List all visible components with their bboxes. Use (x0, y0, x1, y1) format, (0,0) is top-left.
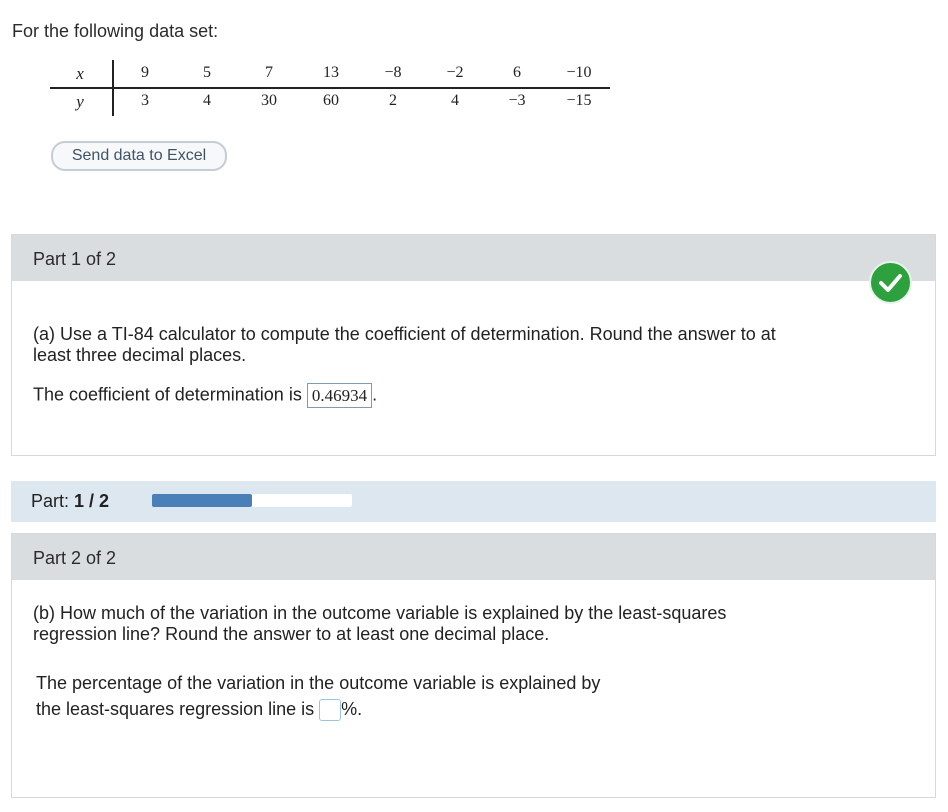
part-1-answer-row: The coefficient of determination is 0.46… (33, 383, 377, 408)
part-2-question-line: (b) How much of the variation in the out… (33, 603, 727, 623)
part-2-panel: Part 2 of 2 (b) How much of the variatio… (11, 533, 936, 798)
part-2-answer-suffix: %. (341, 699, 363, 719)
x-label: x (76, 64, 84, 83)
progress-label-value: 1 / 2 (74, 491, 110, 511)
y-value: 3 (141, 92, 149, 109)
part-1-question: (a) Use a TI-84 calculator to compute th… (33, 324, 776, 366)
percentage-answer-input[interactable] (319, 699, 342, 722)
send-to-excel-button[interactable]: Send data to Excel (51, 141, 227, 171)
part-2-answer-row: The percentage of the variation in the o… (36, 670, 600, 722)
progress-label: Part: 1 / 2 (31, 491, 109, 512)
part-2-question-line: regression line? Round the answer to at … (33, 624, 550, 644)
part-2-answer-line: The percentage of the variation in the o… (36, 673, 601, 693)
part-1-panel: Part 1 of 2 (a) Use a TI-84 calculator t… (11, 234, 936, 456)
part-1-header: Part 1 of 2 (12, 235, 935, 281)
y-value: 60 (323, 92, 339, 109)
y-label: y (76, 92, 84, 111)
part-1-question-line: least three decimal places. (33, 345, 247, 365)
part-2-answer-prefix: the least-squares regression line is (36, 699, 315, 719)
y-value: 4 (203, 92, 211, 109)
x-value: 7 (265, 64, 273, 81)
y-value: 30 (261, 92, 277, 109)
checkmark-icon (869, 261, 912, 304)
part-2-question: (b) How much of the variation in the out… (33, 603, 726, 645)
x-value: −8 (384, 64, 402, 81)
part-2-answer-line-2: the least-squares regression line is %. (36, 696, 600, 722)
x-value: −2 (446, 64, 464, 81)
x-value: 9 (141, 64, 149, 81)
progress-fill (152, 494, 252, 507)
y-value: −15 (566, 92, 592, 109)
progress-track (152, 494, 352, 507)
part-1-answer-suffix: . (372, 384, 378, 405)
y-value: −3 (508, 92, 526, 109)
y-value: 4 (451, 92, 459, 109)
x-value: 6 (513, 64, 521, 81)
data-table: x y 9 5 7 13 −8 −2 6 −10 3 4 30 60 2 4 −… (50, 60, 612, 116)
x-value: 5 (203, 64, 211, 81)
x-value: −10 (566, 64, 592, 81)
part-2-header: Part 2 of 2 (12, 534, 935, 580)
part-progress-bar: Part: 1 / 2 (11, 481, 936, 522)
coefficient-answer-box[interactable]: 0.46934 (306, 383, 373, 408)
x-value: 13 (323, 64, 339, 81)
intro-text: For the following data set: (12, 21, 219, 41)
table-vertical-rule (112, 60, 114, 116)
part-1-answer-prefix: The coefficient of determination is (33, 384, 302, 405)
part-1-question-line: (a) Use a TI-84 calculator to compute th… (33, 324, 776, 344)
y-value: 2 (389, 92, 397, 109)
progress-label-prefix: Part: (31, 491, 70, 511)
table-horizontal-rule (50, 87, 610, 89)
